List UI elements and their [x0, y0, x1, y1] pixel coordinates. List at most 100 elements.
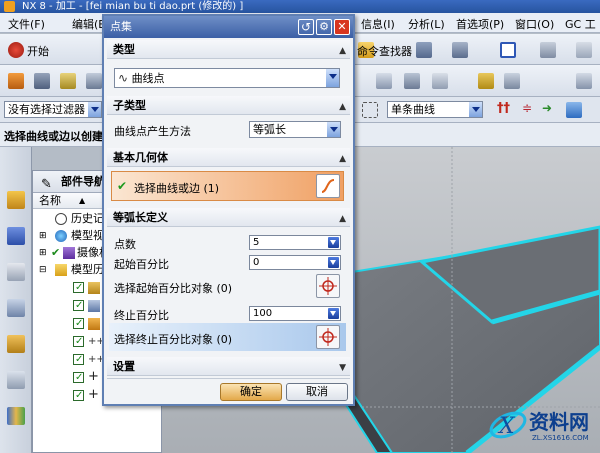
reset-icon[interactable]: ↺	[298, 19, 314, 35]
end-percent-value: 100	[253, 308, 273, 319]
resource-bar	[0, 147, 32, 453]
view-toolbar-icon-1[interactable]	[376, 73, 392, 89]
point-icon: +	[88, 387, 99, 402]
type-section-header[interactable]: 类型 ▲	[107, 40, 350, 59]
svg-text:X: X	[497, 414, 516, 439]
view-cube-icon[interactable]	[416, 42, 432, 58]
create-tool-icon[interactable]	[34, 73, 50, 89]
close-icon[interactable]: ✕	[334, 19, 350, 35]
visibility-checkbox[interactable]	[73, 334, 84, 350]
subtype-dropdown[interactable]: 等弧长	[249, 121, 341, 138]
render-style-icon[interactable]	[540, 42, 556, 58]
expand-icon[interactable]: ⊞	[39, 228, 47, 244]
curve-point-icon: ∿	[118, 71, 129, 85]
base-geometry-section-header[interactable]: 基本几何体 ▲	[107, 148, 350, 167]
start-percent-label: 起始百分比	[114, 258, 169, 271]
command-finder-button[interactable]: 命令查找器	[357, 43, 412, 59]
type-section-title: 类型	[113, 43, 135, 56]
window-title: NX 8 - 加工 - [fei mian bu ti dao.prt (修改的…	[22, 1, 244, 12]
window-title-bar: NX 8 - 加工 - [fei mian bu ti dao.prt (修改的…	[0, 0, 600, 13]
menu-preferences[interactable]: 首选项(P)	[456, 16, 504, 32]
spinner-icon[interactable]	[328, 257, 339, 268]
part-navigator-tab-icon[interactable]	[7, 191, 25, 209]
reuse-library-tab-icon[interactable]	[7, 407, 25, 425]
machine-tool-navigator-tab-icon[interactable]	[7, 335, 25, 353]
fit-view-icon[interactable]	[500, 42, 516, 58]
dialog-divider	[107, 378, 350, 379]
type-filter-dropdown[interactable]: 没有选择过滤器	[4, 101, 102, 118]
arc-length-section-header[interactable]: 等弧长定义 ▲	[107, 208, 350, 227]
spinner-icon[interactable]	[328, 237, 339, 248]
web-browser-tab-icon[interactable]	[7, 371, 25, 389]
curve-select-icon	[321, 179, 335, 193]
clock-icon	[55, 213, 67, 225]
visibility-checkbox[interactable]	[73, 388, 84, 404]
wcs-icon[interactable]	[452, 42, 468, 58]
ok-button[interactable]: 确定	[220, 383, 282, 401]
operation-navigator-tab-icon[interactable]	[7, 299, 25, 317]
point-set-dialog: 点集 ↺ ⚙ ✕ 类型 ▲ ∿ 曲线点 子类型 ▲ 曲线点产生方法 等弧长 基本…	[102, 14, 355, 406]
nx-logo-icon	[4, 1, 15, 12]
curve-rule-dropdown[interactable]: 单条曲线	[387, 101, 483, 118]
post-process-icon[interactable]	[504, 73, 520, 89]
cancel-button[interactable]: 取消	[286, 383, 348, 401]
point-constructor-icon	[319, 328, 337, 346]
shop-doc-icon[interactable]	[576, 73, 592, 89]
create-geometry-icon[interactable]	[60, 73, 76, 89]
type-dropdown[interactable]: ∿ 曲线点	[114, 68, 340, 88]
follow-fillet-icon[interactable]: ≑	[522, 101, 532, 115]
visibility-checkbox[interactable]	[73, 352, 84, 368]
snap-point-icon[interactable]	[362, 102, 378, 118]
feature-curves-icon[interactable]	[566, 102, 582, 118]
menu-information[interactable]: 信息(I)	[361, 16, 395, 32]
type-filter-value: 没有选择过滤器	[8, 103, 85, 116]
collapse-icon[interactable]: ⊟	[39, 262, 47, 278]
dialog-title: 点集	[110, 20, 132, 33]
visibility-checkbox[interactable]	[73, 280, 84, 296]
create-program-icon[interactable]	[8, 73, 24, 89]
menu-file[interactable]: 文件(F)	[8, 16, 45, 32]
view-toolbar-icon-3[interactable]	[432, 73, 448, 89]
expand-icon[interactable]: ⊞	[39, 245, 47, 261]
constraint-navigator-tab-icon[interactable]	[7, 263, 25, 281]
dialog-title-bar[interactable]: 点集 ↺ ⚙ ✕	[104, 16, 353, 38]
settings-section-header[interactable]: 设置 ▼	[107, 357, 350, 376]
end-percent-input[interactable]: 100	[249, 306, 341, 321]
model-views-icon	[55, 230, 67, 242]
collapse-arrow-icon: ▲	[339, 46, 346, 56]
select-end-object-button[interactable]	[316, 325, 340, 349]
check-icon: ✔	[51, 246, 61, 259]
subtype-section-title: 子类型	[113, 99, 146, 112]
tangent-continuity-icon[interactable]: ➜	[542, 101, 552, 115]
select-start-object-button[interactable]	[316, 274, 340, 298]
view-toolbar-icon-2[interactable]	[404, 73, 420, 89]
spinner-icon[interactable]	[328, 308, 339, 319]
watermark: X 资料网 ZL.XS1616.COM	[487, 402, 599, 452]
stop-at-intersection-icon[interactable]: ††	[497, 101, 510, 116]
gear-icon[interactable]: ⚙	[316, 19, 332, 35]
folder-icon	[55, 264, 67, 276]
create-method-icon[interactable]	[86, 73, 102, 89]
select-curve-row[interactable]: ✔ 选择曲线或边 (1)	[111, 171, 344, 201]
start-percent-input[interactable]: 0	[249, 255, 341, 270]
visibility-checkbox[interactable]	[73, 370, 84, 386]
subtype-section-header[interactable]: 子类型 ▲	[107, 96, 350, 115]
select-end-object-row[interactable]: 选择终止百分比对象 (0)	[109, 323, 346, 351]
name-column-header[interactable]: 名称	[39, 194, 61, 207]
body-icon	[88, 300, 100, 312]
point-icon: +	[88, 369, 99, 384]
assembly-navigator-tab-icon[interactable]	[7, 227, 25, 245]
start-button[interactable]: 开始	[27, 43, 49, 59]
menu-window[interactable]: 窗口(O)	[515, 16, 554, 32]
subtype-value: 等弧长	[253, 123, 286, 136]
visibility-checkbox[interactable]	[73, 316, 84, 332]
datum-csys-icon	[88, 282, 100, 294]
menu-analysis[interactable]: 分析(L)	[408, 16, 445, 32]
select-curve-button[interactable]	[316, 174, 340, 198]
point-count-input[interactable]: 5	[249, 235, 341, 250]
visibility-checkbox[interactable]	[73, 298, 84, 314]
sort-ascending-icon: ▲	[79, 196, 86, 205]
watermark-logo-icon: X	[489, 411, 527, 439]
verify-icon[interactable]	[478, 73, 494, 89]
layer-icon[interactable]	[576, 42, 592, 58]
